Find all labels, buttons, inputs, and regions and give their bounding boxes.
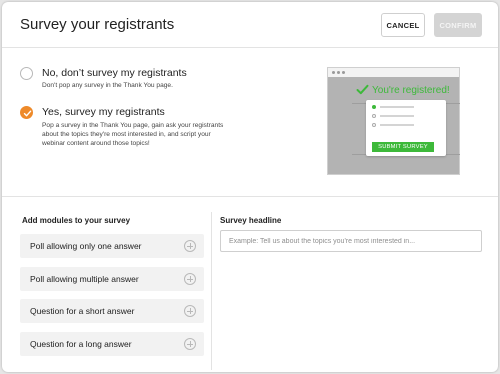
- add-plus-icon[interactable]: [184, 240, 196, 252]
- module-label: Question for a short answer: [30, 306, 135, 316]
- registered-text: You're registered!: [372, 85, 450, 96]
- checkmark-icon: [23, 110, 32, 117]
- check-icon: [356, 84, 369, 95]
- module-label: Poll allowing only one answer: [30, 241, 142, 251]
- option-dot-icon: [372, 123, 376, 127]
- window-dot-icon: [337, 71, 340, 74]
- column-divider: [211, 212, 212, 370]
- submit-survey-button: SUBMIT SURVEY: [372, 142, 434, 152]
- window-dot-icon: [332, 71, 335, 74]
- add-plus-icon[interactable]: [184, 273, 196, 285]
- modules-heading: Add modules to your survey: [22, 216, 131, 225]
- module-multiple-answer-poll[interactable]: Poll allowing multiple answer: [20, 267, 204, 291]
- survey-options: No, don’t survey my registrants Don't po…: [2, 49, 498, 197]
- modal-header: Survey your registrants CANCEL CONFIRM: [2, 2, 498, 48]
- option-no-title[interactable]: No, don’t survey my registrants: [42, 67, 187, 79]
- survey-headline-input[interactable]: [220, 230, 482, 252]
- thank-you-preview: You're registered! SUBMIT SURVEY: [327, 67, 460, 175]
- decorative-line: [446, 103, 460, 104]
- option-yes-description-line: about the topics they're most interested…: [42, 131, 211, 138]
- placeholder-line: [380, 124, 414, 126]
- preview-window-bar: [328, 68, 459, 77]
- option-no-description: Don't pop any survey in the Thank You pa…: [42, 82, 173, 89]
- survey-modal: Survey your registrants CANCEL CONFIRM N…: [2, 2, 498, 372]
- decorative-line: [352, 103, 366, 104]
- survey-preview-card: SUBMIT SURVEY: [366, 100, 446, 156]
- option-dot-icon: [372, 114, 376, 118]
- module-label: Question for a long answer: [30, 339, 132, 349]
- decorative-line: [446, 154, 460, 155]
- module-long-answer-question[interactable]: Question for a long answer: [20, 332, 204, 356]
- radio-no-survey[interactable]: [20, 67, 33, 80]
- placeholder-line: [380, 115, 414, 117]
- survey-builder: Add modules to your survey Poll allowing…: [2, 198, 498, 372]
- selected-dot-icon: [372, 105, 376, 109]
- add-plus-icon[interactable]: [184, 338, 196, 350]
- module-label: Poll allowing multiple answer: [30, 274, 139, 284]
- cancel-button[interactable]: CANCEL: [381, 13, 425, 37]
- confirm-button[interactable]: CONFIRM: [434, 13, 482, 37]
- window-dot-icon: [342, 71, 345, 74]
- module-short-answer-question[interactable]: Question for a short answer: [20, 299, 204, 323]
- placeholder-line: [380, 106, 414, 108]
- modal-title: Survey your registrants: [20, 16, 175, 33]
- decorative-line: [352, 154, 366, 155]
- option-yes-title[interactable]: Yes, survey my registrants: [42, 106, 165, 118]
- headline-label: Survey headline: [220, 216, 282, 225]
- module-single-answer-poll[interactable]: Poll allowing only one answer: [20, 234, 204, 258]
- option-yes-description-line: Pop a survey in the Thank You page, gain…: [42, 122, 224, 129]
- add-plus-icon[interactable]: [184, 305, 196, 317]
- radio-yes-survey[interactable]: [20, 106, 33, 119]
- option-yes-description-line: webinar content around those topics!: [42, 140, 150, 147]
